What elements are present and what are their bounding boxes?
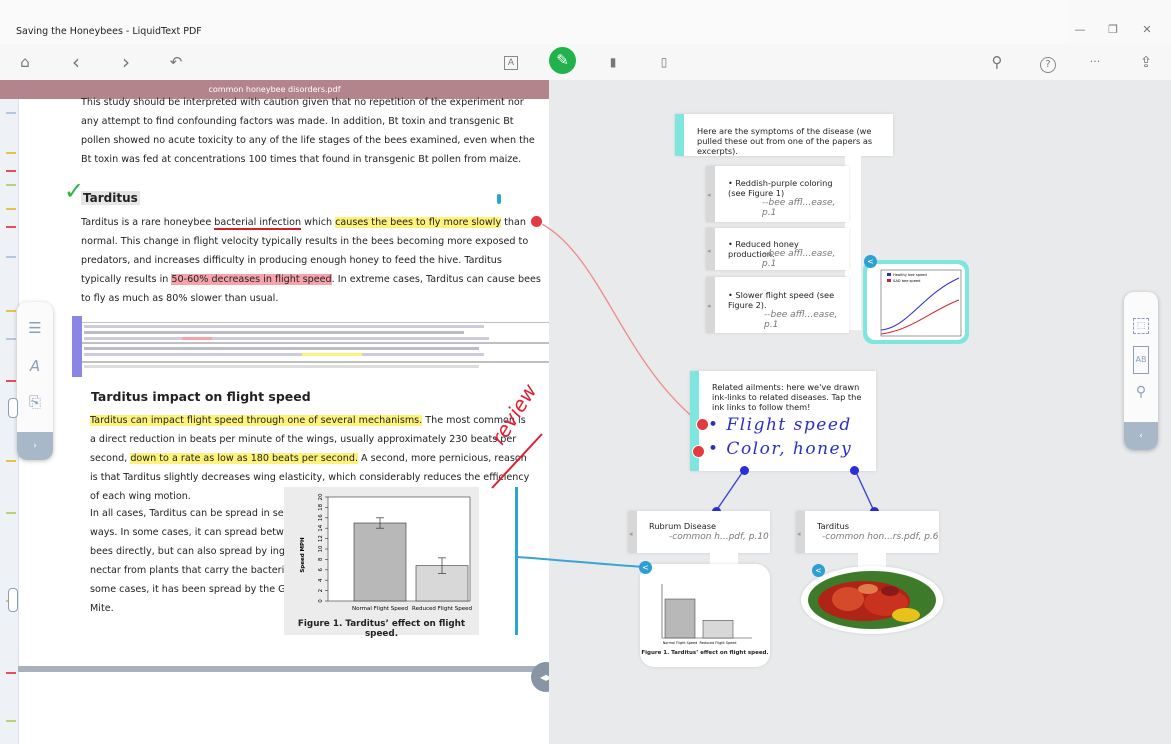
collapse-panel-button[interactable]: ‹ bbox=[1124, 422, 1158, 450]
excerpt-card[interactable]: ◂ • Reddish-purple coloring (see Figure … bbox=[706, 166, 849, 222]
excerpt-card[interactable]: ◂ • Slower flight speed (see Figure 2). … bbox=[706, 277, 849, 333]
figure-clipping[interactable]: Normal Flight Speed Reduced Flight Speed … bbox=[640, 564, 770, 667]
ink-link[interactable]: • Color, honey bbox=[708, 439, 852, 459]
legend-swatch bbox=[887, 279, 891, 282]
right-tool-panel: ⬚ AB ⚲ ‹ bbox=[1124, 292, 1158, 450]
link-lines bbox=[516, 220, 875, 568]
text-box-icon[interactable]: AB bbox=[1129, 346, 1153, 374]
line-chart: Healthy bee speed SAD bee speed bbox=[880, 269, 962, 337]
figure-caption: Figure 1. Tarditus’ effect on flight spe… bbox=[641, 650, 769, 656]
legend-label: SAD bee speed bbox=[893, 279, 920, 283]
series-line-sad bbox=[880, 299, 960, 335]
zoom-out-icon[interactable]: ⚲ bbox=[1129, 380, 1153, 404]
rubrum-disease-card[interactable]: ◂ Rubrum Disease -common h...pdf, p.10 bbox=[628, 511, 770, 553]
bar bbox=[664, 598, 696, 639]
legend-swatch bbox=[887, 273, 891, 276]
bee-image-clipping[interactable] bbox=[801, 566, 943, 634]
link-anchor[interactable] bbox=[530, 215, 543, 228]
related-ailments-note[interactable]: Related ailments: here we've drawn ink-l… bbox=[690, 371, 876, 471]
ink-link[interactable]: • Flight speed bbox=[708, 415, 852, 435]
link-anchor[interactable] bbox=[740, 466, 749, 475]
bee-image bbox=[808, 571, 936, 629]
link-badge[interactable]: < bbox=[864, 255, 877, 268]
link-anchor[interactable] bbox=[850, 466, 859, 475]
selection-icon[interactable]: ⬚ bbox=[1129, 312, 1153, 336]
link-badge[interactable]: < bbox=[639, 561, 652, 574]
series-line-healthy bbox=[880, 277, 960, 331]
x-tick-label: Reduced Flight Speed bbox=[700, 641, 737, 645]
chart-clipping[interactable]: Healthy bee speed SAD bee speed bbox=[863, 260, 969, 344]
link-anchor[interactable] bbox=[692, 445, 705, 458]
legend-label: Healthy bee speed bbox=[893, 273, 927, 277]
bar bbox=[702, 620, 734, 639]
x-tick-label: Normal Flight Speed bbox=[663, 641, 698, 645]
link-anchor[interactable] bbox=[696, 418, 709, 431]
link-badge[interactable]: < bbox=[812, 564, 825, 577]
tarditus-card[interactable]: ◂ Tarditus -common hon...rs.pdf, p.6 bbox=[796, 511, 939, 553]
excerpt-card[interactable]: ◂ • Reduced honey production. --bee affl… bbox=[706, 228, 849, 270]
mini-bar-chart: Normal Flight Speed Reduced Flight Speed bbox=[661, 584, 752, 645]
